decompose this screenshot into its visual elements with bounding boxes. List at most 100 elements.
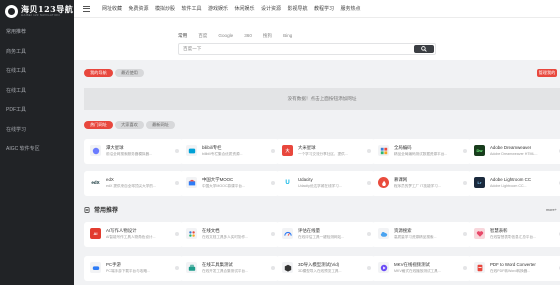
topnav-item[interactable]: 设计资源 [261, 5, 288, 12]
dreamweaver-icon: Dw [474, 145, 485, 156]
card-title: 3D导入模型测试(Vid) [298, 262, 340, 267]
sidebar-item-pdf[interactable]: PDF工具 [0, 100, 74, 120]
card-arrow-icon[interactable] [175, 149, 179, 153]
card-desc: Udacity优达学城在线学习... [298, 184, 342, 188]
heart-icon [474, 228, 485, 239]
site-card[interactable]: bilibili专栏 bilibili专栏集合优质资源... [180, 139, 279, 164]
site-card[interactable]: 在线工具集测试 在线开发工具合集测试平台... [180, 256, 279, 281]
search-tab[interactable]: 搜狗 [263, 33, 272, 39]
site-card[interactable]: 资源搜索 高质量学习资源精品搜索... [372, 222, 471, 247]
site-card[interactable]: edX edX edX 提供来自全球顶尖大学的... [84, 171, 183, 196]
card-desc: 在线智慧表彰信息汇总平台... [490, 235, 537, 239]
topnav-item[interactable]: 教程学习 [314, 5, 341, 12]
more-link[interactable]: more+ [546, 208, 557, 212]
card-title: 智慧表彰 [490, 228, 508, 233]
card-desc: 精品全局编码测试数据资源平台... [394, 152, 448, 156]
card-title: Adobe Dreamweaver [490, 145, 532, 150]
logo-title: 海贝123导航 [21, 4, 74, 14]
sidebar-item-online-tools-2[interactable]: 在线工具 [0, 81, 74, 101]
topnav-item[interactable]: 软件工具 [182, 5, 209, 12]
site-card[interactable]: 慕课网 程序员的梦工厂 IT技能学习... [372, 171, 471, 196]
search-tab[interactable]: Bing [283, 33, 292, 39]
card-arrow-icon[interactable] [463, 181, 467, 185]
sidebar-item-business[interactable]: 商务工具 [0, 42, 74, 62]
card-desc: 高质量学习资源精品搜索... [394, 235, 437, 239]
site-card[interactable]: MKV在线视频测试 MKV格式在线播放测试工具... [372, 256, 471, 281]
site-card[interactable]: Dw Adobe Dreamweaver Adobe Dreamweaver H… [468, 139, 560, 164]
site-card[interactable]: 智慧表彰 在线智慧表彰信息汇总平台... [468, 222, 560, 247]
card-arrow-icon[interactable] [367, 232, 371, 236]
card-title: Udacity [298, 177, 313, 182]
card-arrow-icon[interactable] [175, 232, 179, 236]
site-card[interactable]: 在线文档 在线文档工具多人实时协作... [180, 222, 279, 247]
search-icon [421, 46, 427, 52]
card-title: PDF to Word Converter [490, 262, 536, 267]
menu-icon[interactable] [83, 5, 90, 12]
card-title: MKV在线视频测试 [394, 262, 430, 267]
tab-popular[interactable]: 大家喜欢 [115, 121, 144, 129]
card-arrow-icon[interactable] [175, 266, 179, 270]
site-logo[interactable]: 海贝123导航 HAIBEI 123 NAVIGATION [0, 0, 74, 22]
card-arrow-icon[interactable] [271, 149, 275, 153]
tab-my-nav[interactable]: 我的导航 [84, 69, 113, 77]
topnav-item[interactable]: 模拟炒股 [155, 5, 182, 12]
card-desc: Adobe Dreamweaver HTML... [490, 152, 538, 156]
sidebar-item-common[interactable]: 常用推荐 [0, 22, 74, 42]
topnav-item[interactable]: 休闲娱乐 [235, 5, 262, 12]
site-card[interactable]: 评估在线量 在线评估工具一键检测网站... [276, 222, 375, 247]
card-arrow-icon[interactable] [175, 181, 179, 185]
card-title: AI写作人物设计 [106, 228, 137, 233]
card-arrow-icon[interactable] [463, 232, 467, 236]
card-title: edX [106, 177, 114, 182]
site-card[interactable]: U Udacity Udacity优达学城在线学习... [276, 171, 375, 196]
mooc-icon [186, 177, 197, 188]
pdf-icon [474, 262, 485, 273]
card-desc: 在线评估工具一键检测网站... [298, 235, 345, 239]
tab-hot[interactable]: 热门网址 [84, 121, 113, 129]
topnav-item[interactable]: 服务热点 [341, 5, 368, 12]
card-arrow-icon[interactable] [463, 149, 467, 153]
card-arrow-icon[interactable] [271, 266, 275, 270]
search-tab[interactable]: Google [218, 33, 233, 39]
site-card[interactable]: Lr Adobe Lightroom CC Adobe Lightroom CC… [468, 171, 560, 196]
card-title: 全局编码 [394, 145, 412, 150]
gamepad-icon [90, 262, 101, 273]
ai-writer-icon: AI [90, 228, 101, 239]
card-arrow-icon[interactable] [271, 232, 275, 236]
card-arrow-icon[interactable] [367, 181, 371, 185]
tab-newest[interactable]: 最新网址 [146, 121, 175, 129]
topnav-item[interactable]: 免费资源 [129, 5, 156, 12]
card-arrow-icon[interactable] [367, 266, 371, 270]
site-card[interactable]: 大 大米星球 一个学习交流分享社区，提供... [276, 139, 375, 164]
site-card[interactable]: 全局编码 精品全局编码测试数据资源平台... [372, 139, 471, 164]
bilibili-icon [186, 145, 197, 156]
topnav-item[interactable]: 游戏娱乐 [208, 5, 235, 12]
card-arrow-icon[interactable] [271, 181, 275, 185]
card-desc: MKV格式在线播放测试工具... [394, 269, 441, 273]
card-arrow-icon[interactable] [367, 149, 371, 153]
flame-icon [378, 177, 389, 188]
sidebar-item-online-tools[interactable]: 在线工具 [0, 61, 74, 81]
top-navigation-bar: 网址收藏 免费资源 模拟炒股 软件工具 游戏娱乐 休闲娱乐 设计资源 影视导航 … [74, 0, 560, 18]
search-tab[interactable]: 360 [244, 33, 252, 39]
search-input[interactable]: 百度一下 [178, 43, 436, 55]
manage-button[interactable]: 管理我的 [537, 69, 557, 77]
topnav-item[interactable]: 影视导航 [288, 5, 315, 12]
search-panel: 常用 百度 Google 360 搜狗 Bing 百度一下 [74, 18, 560, 60]
sidebar-item-learning[interactable]: 在线学习 [0, 120, 74, 140]
search-button[interactable] [414, 45, 434, 53]
site-card[interactable]: AI AI写作人物设计 AI智能写作工具人物角色设计... [84, 222, 183, 247]
site-card[interactable]: 3D导入模型测试(Vid) 3D模型导入在线预览工具... [276, 256, 375, 281]
udacity-icon: U [282, 177, 293, 188]
site-card[interactable]: PC手游 PC端手游下载平台与攻略... [84, 256, 183, 281]
site-card[interactable]: 中国大学MOOC 中国大学MOOC慕课平台... [180, 171, 279, 196]
tab-recent[interactable]: 最近使用 [115, 69, 144, 77]
card-arrow-icon[interactable] [463, 266, 467, 270]
search-tab[interactable]: 百度 [198, 33, 207, 39]
search-tab[interactable]: 常用 [178, 33, 187, 39]
site-card[interactable]: 潭大星球 前沿全网搜索服务器模拟器... [84, 139, 183, 164]
sidebar-item-aigc[interactable]: AIGC 软件专区 [0, 139, 74, 159]
edx-icon: edX [90, 177, 101, 188]
topnav-item[interactable]: 网址收藏 [102, 5, 129, 12]
site-card[interactable]: PDF to Word Converter 在线PDF转Word转换器... [468, 256, 560, 281]
